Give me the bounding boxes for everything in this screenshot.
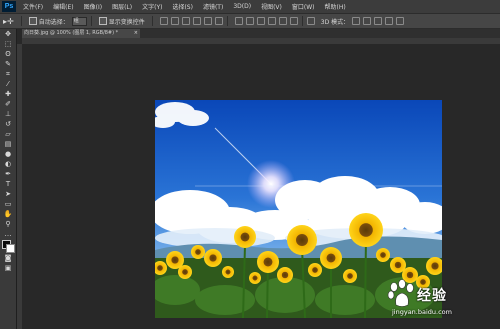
menu-file[interactable]: 文件(F)	[18, 2, 48, 11]
brush-tool-icon[interactable]: ✐	[0, 99, 16, 109]
pen-tool-icon[interactable]: ✒	[0, 169, 16, 179]
healing-brush-tool-icon[interactable]: ✚	[0, 89, 16, 99]
menu-type[interactable]: 文字(Y)	[137, 2, 167, 11]
menu-filter[interactable]: 滤镜(T)	[198, 2, 228, 11]
path-select-tool-icon[interactable]: ➤	[0, 189, 16, 199]
clone-stamp-tool-icon[interactable]: ⊥	[0, 109, 16, 119]
marquee-tool-icon[interactable]: ⬚	[0, 39, 16, 49]
menu-help[interactable]: 帮助(H)	[320, 2, 351, 11]
gradient-tool-icon[interactable]: ▤	[0, 139, 16, 149]
distribute-right-icon[interactable]	[289, 17, 298, 25]
close-tab-icon[interactable]: ×	[134, 29, 138, 38]
show-transform-checkbox[interactable]	[98, 17, 107, 25]
menu-image[interactable]: 图像(I)	[79, 2, 107, 11]
crop-tool-icon[interactable]: ⌗	[0, 69, 16, 79]
align-middle-icon[interactable]	[170, 17, 179, 25]
eyedropper-tool-icon[interactable]: ⁄	[0, 79, 16, 89]
hand-tool-icon[interactable]: ✋	[0, 209, 16, 219]
divider	[301, 16, 303, 26]
3d-slide-icon[interactable]	[385, 17, 394, 25]
align-left-icon[interactable]	[192, 17, 201, 25]
menu-bar: Ps 文件(F) 编辑(E) 图像(I) 图层(L) 文字(Y) 选择(S) 滤…	[0, 0, 500, 13]
align-top-icon[interactable]	[159, 17, 168, 25]
blur-tool-icon[interactable]: ●	[0, 149, 16, 159]
show-transform-label: 显示变换控件	[108, 18, 145, 26]
distribute-middle-icon[interactable]	[245, 17, 254, 25]
menu-window[interactable]: 窗口(W)	[287, 2, 320, 11]
distribute-top-icon[interactable]	[234, 17, 243, 25]
menu-layer[interactable]: 图层(L)	[107, 2, 137, 11]
photoshop-logo: Ps	[2, 1, 16, 12]
distribute-center-icon[interactable]	[278, 17, 287, 25]
3d-mode-label: 3D 模式：	[320, 18, 350, 26]
rectangle-tool-icon[interactable]: ▭	[0, 199, 16, 209]
divider	[226, 16, 228, 26]
auto-select-label: 自动选择：	[38, 18, 69, 26]
lasso-tool-icon[interactable]: ʘ	[0, 49, 16, 59]
divider	[151, 16, 153, 26]
distribute-left-icon[interactable]	[267, 17, 276, 25]
3d-roll-icon[interactable]	[363, 17, 372, 25]
menu-3d[interactable]: 3D(D)	[228, 3, 256, 10]
document-tab[interactable]: 向日葵.jpg @ 100% (图层 1, RGB/8#) * ×	[22, 29, 140, 38]
align-center-icon[interactable]	[203, 17, 212, 25]
align-buttons	[159, 17, 223, 25]
menu-select[interactable]: 选择(S)	[167, 2, 198, 11]
history-brush-tool-icon[interactable]: ↺	[0, 119, 16, 129]
menu-view[interactable]: 视图(V)	[256, 2, 287, 11]
watermark-url: jingyan.baidu.com	[392, 308, 452, 316]
dodge-tool-icon[interactable]: ◐	[0, 159, 16, 169]
watermark-brand: 经验	[417, 288, 447, 304]
distribute-bottom-icon[interactable]	[256, 17, 265, 25]
move-tool-icon[interactable]: ✥	[0, 29, 16, 39]
baidu-jingyan-watermark: 经验 jingyan.baidu.com	[384, 275, 496, 325]
eraser-tool-icon[interactable]: ▱	[0, 129, 16, 139]
document-tab-title: 向日葵.jpg @ 100% (图层 1, RGB/8#) *	[24, 30, 119, 36]
auto-align-icon[interactable]	[306, 17, 315, 25]
3d-rotate-icon[interactable]	[352, 17, 361, 25]
zoom-tool-icon[interactable]: ⚲	[0, 219, 16, 229]
menu-edit[interactable]: 编辑(E)	[48, 2, 78, 11]
color-swatches	[0, 239, 16, 253]
screen-mode-icon[interactable]: ▣	[0, 263, 16, 273]
align-right-icon[interactable]	[214, 17, 223, 25]
align-bottom-icon[interactable]	[181, 17, 190, 25]
more-tools-icon[interactable]: …	[0, 229, 16, 239]
background-color-swatch[interactable]	[6, 244, 15, 253]
divider	[20, 16, 22, 26]
type-tool-icon[interactable]: T	[0, 179, 16, 189]
auto-select-checkbox[interactable]	[28, 17, 37, 25]
tools-panel: ✥ ⬚ ʘ ✎ ⌗ ⁄ ✚ ✐ ⊥ ↺ ▱ ▤ ● ◐ ✒ T ➤ ▭ ✋ ⚲ …	[0, 29, 17, 329]
auto-select-dropdown[interactable]: 组	[71, 16, 87, 26]
3d-scale-icon[interactable]	[396, 17, 405, 25]
baidu-paw-icon	[387, 279, 414, 307]
options-bar: ▸✛ 自动选择： 组 显示变换控件 3D 模式：	[0, 13, 500, 29]
move-tool-icon[interactable]: ▸✛	[3, 17, 14, 26]
distribute-buttons	[234, 17, 298, 25]
quick-select-tool-icon[interactable]: ✎	[0, 59, 16, 69]
quick-mask-icon[interactable]: ◙	[0, 253, 16, 263]
3d-mode-buttons	[352, 17, 405, 25]
3d-pan-icon[interactable]	[374, 17, 383, 25]
divider	[90, 16, 92, 26]
